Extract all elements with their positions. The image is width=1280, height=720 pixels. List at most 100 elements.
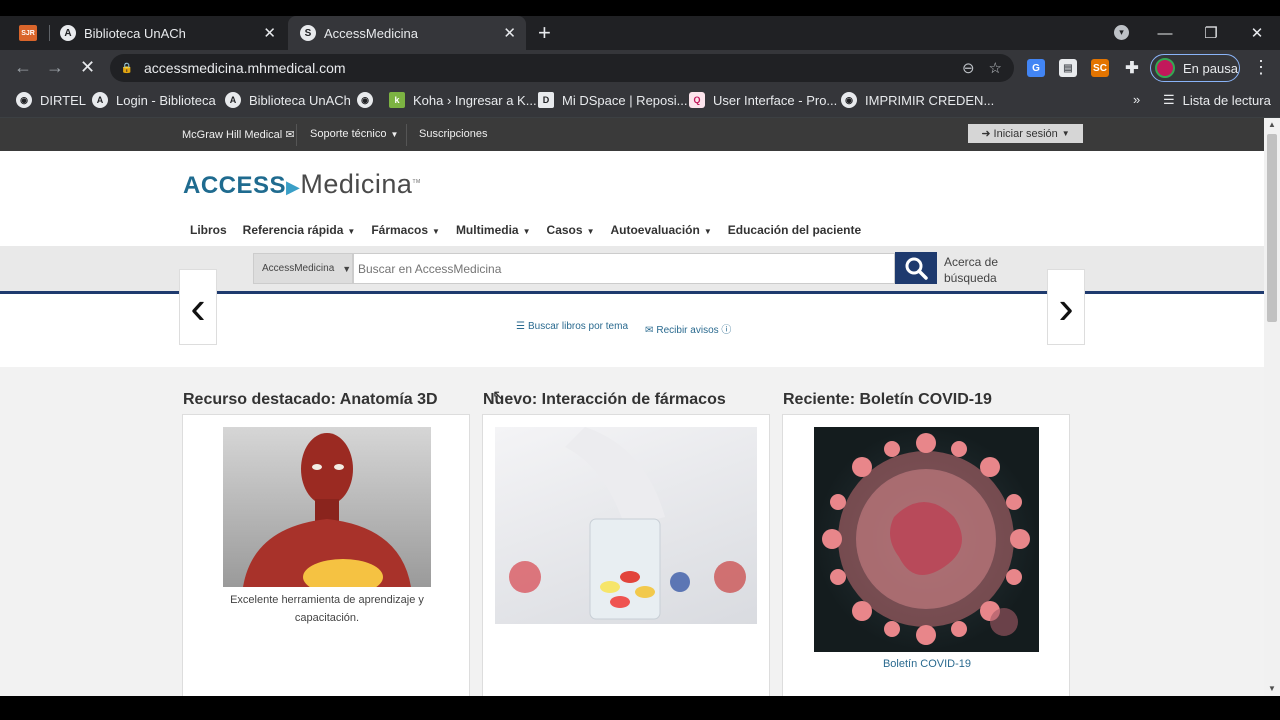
carousel-prev-button[interactable]: ‹ xyxy=(179,269,217,345)
subscriptions-link[interactable]: Suscripciones xyxy=(419,128,487,140)
omnibox-actions: ⊖ ☆ xyxy=(962,59,1002,77)
tab-separator xyxy=(49,25,50,41)
caret-down-icon: ▼ xyxy=(703,227,712,236)
nav-farmacos[interactable]: Fármacos ▼ xyxy=(371,223,440,237)
accessmedicina-logo[interactable]: ACCESS▶MedicinaTM xyxy=(183,169,421,200)
restore-icon[interactable]: ❐ xyxy=(1188,24,1234,42)
reading-list-button[interactable]: ☰ Lista de lectura xyxy=(1163,92,1271,108)
mcgraw-hill-link[interactable]: McGraw Hill Medical ✉ xyxy=(182,128,295,141)
zoom-icon[interactable]: ⊖ xyxy=(962,59,975,77)
caret-down-icon: ▼ xyxy=(390,130,399,139)
nav-autoevaluacion[interactable]: Autoevaluación ▼ xyxy=(610,223,711,237)
bookmark-login-biblioteca[interactable]: A Login - Biblioteca xyxy=(92,92,216,108)
mail-icon: ✉ xyxy=(285,129,295,141)
page-scrollbar[interactable]: ▲ ▼ xyxy=(1264,118,1280,696)
divider xyxy=(406,124,407,146)
bookmark-label: User Interface - Pro... xyxy=(713,92,838,108)
globe-icon: ◉ xyxy=(16,92,32,108)
scroll-down-icon[interactable]: ▼ xyxy=(1268,684,1276,693)
forward-icon[interactable]: → xyxy=(46,57,64,78)
bookmark-dspace[interactable]: D Mi DSpace | Reposi... xyxy=(538,92,687,108)
anatomy-3d-image[interactable] xyxy=(223,427,431,587)
drug-interaction-card[interactable] xyxy=(482,414,770,696)
close-tab-icon[interactable]: ✕ xyxy=(503,24,516,42)
window-controls: — ❐ ✕ xyxy=(1142,16,1280,50)
back-icon[interactable]: ← xyxy=(14,57,32,78)
nav-label: Multimedia xyxy=(455,223,519,237)
mcgraw-label: McGraw Hill Medical xyxy=(182,129,283,141)
bookmarks-overflow-icon[interactable]: » xyxy=(1133,92,1140,107)
translate-extension-icon[interactable]: G xyxy=(1027,59,1045,77)
signin-button[interactable]: ➜ Iniciar sesión ▼ xyxy=(968,124,1083,143)
alerts-link[interactable]: ✉ Recibir avisos ⓘ xyxy=(645,321,731,336)
bookmark-globe[interactable]: ◉ xyxy=(357,92,381,108)
lock-icon[interactable]: 🔒 xyxy=(121,63,133,74)
bookmark-label: Koha › Ingresar a K... xyxy=(413,92,537,108)
nav-libros[interactable]: Libros xyxy=(190,223,227,237)
tab-search-icon[interactable]: ▾ xyxy=(1114,25,1129,40)
nav-educacion-paciente[interactable]: Educación del paciente xyxy=(728,223,861,237)
tab-accessmedicina[interactable]: S AccessMedicina ✕ xyxy=(288,16,526,50)
minimize-icon[interactable]: — xyxy=(1142,25,1188,42)
close-tab-icon[interactable]: ✕ xyxy=(263,24,276,42)
dspace-icon: D xyxy=(538,92,554,108)
bookmark-imprimir[interactable]: ◉ IMPRIMIR CREDEN... xyxy=(841,92,994,108)
document-extension-icon[interactable]: ▤ xyxy=(1059,59,1077,77)
caret-down-icon: ▼ xyxy=(342,263,352,274)
pill-jars-icon xyxy=(509,427,746,620)
sjr-favicon-icon: SJR xyxy=(19,25,37,41)
stop-loading-icon[interactable]: ✕ xyxy=(80,57,95,78)
nav-casos[interactable]: Casos ▼ xyxy=(547,223,595,237)
bookmark-biblioteca-unach[interactable]: A Biblioteca UnACh xyxy=(225,92,351,108)
nav-label: Casos xyxy=(546,223,583,237)
browse-by-topic-link[interactable]: ☰ Buscar libros por tema xyxy=(516,321,628,332)
caret-down-icon: ▼ xyxy=(432,227,440,236)
bookmark-dirtel[interactable]: ◉ DIRTEL xyxy=(16,92,86,108)
extensions-puzzle-icon[interactable]: ✚ xyxy=(1123,59,1141,77)
support-dropdown[interactable]: Soporte técnico ▼ xyxy=(310,128,398,140)
featured-resource-title: Recurso destacado: Anatomía 3D xyxy=(183,391,438,408)
bookmark-label: Biblioteca UnACh xyxy=(249,92,351,108)
search-input[interactable] xyxy=(353,253,895,284)
address-bar[interactable]: 🔒 accessmedicina.mhmedical.com ⊖ ☆ xyxy=(110,54,1014,82)
scrollbar-thumb[interactable] xyxy=(1267,134,1277,322)
tab-sjr[interactable]: SJR xyxy=(10,16,46,50)
web-page: McGraw Hill Medical ✉ Soporte técnico ▼ S… xyxy=(0,118,1264,696)
nav-label: Autoevaluación xyxy=(610,223,700,237)
search-icon xyxy=(905,257,928,280)
url-text[interactable]: accessmedicina.mhmedical.com xyxy=(144,60,346,76)
featured-resource-card[interactable]: Excelente herramienta de aprendizaje y c… xyxy=(182,414,470,696)
search-scope-select[interactable]: AccessMedicina ▼ xyxy=(253,253,353,284)
globe-icon: ◉ xyxy=(357,92,373,108)
search-button[interactable] xyxy=(895,252,937,284)
browser-toolbar: ← → ✕ 🔒 accessmedicina.mhmedical.com ⊖ ☆… xyxy=(0,50,1280,86)
about-search-link[interactable]: Acerca de búsqueda xyxy=(944,254,998,286)
bookmark-koha[interactable]: k Koha › Ingresar a K... xyxy=(389,92,537,108)
covid-virus-image[interactable] xyxy=(814,427,1039,652)
screen-top-border xyxy=(0,0,1280,16)
koha-icon: k xyxy=(389,92,405,108)
avatar xyxy=(1155,58,1175,78)
nav-multimedia[interactable]: Multimedia ▼ xyxy=(456,223,531,237)
bookmark-label: Login - Biblioteca xyxy=(116,92,216,108)
covid-bulletin-link[interactable]: Boletín COVID-19 xyxy=(813,655,1041,673)
site-header: ACCESS▶MedicinaTM Libros Referencia rápi… xyxy=(0,151,1264,246)
info-icon: ⓘ xyxy=(721,325,732,336)
bookmark-star-icon[interactable]: ☆ xyxy=(989,59,1002,77)
profile-paused-button[interactable]: En pausa xyxy=(1150,54,1240,82)
close-window-icon[interactable]: ✕ xyxy=(1234,24,1280,42)
new-tab-button[interactable]: + xyxy=(538,20,551,46)
list-icon: ☰ xyxy=(516,321,525,332)
browser-menu-icon[interactable]: ⋮ xyxy=(1252,57,1270,78)
bookmark-user-interface[interactable]: Q User Interface - Pro... xyxy=(689,92,837,108)
sc-extension-icon[interactable]: SC xyxy=(1091,59,1109,77)
accessmedicina-favicon-icon: S xyxy=(300,25,316,41)
about-line-1: Acerca de xyxy=(944,255,999,269)
nav-label: Fármacos xyxy=(371,223,429,237)
drug-interaction-image[interactable] xyxy=(495,427,757,624)
scroll-up-icon[interactable]: ▲ xyxy=(1268,120,1276,129)
tab-biblioteca[interactable]: A Biblioteca UnACh ✕ xyxy=(52,16,286,50)
covid-bulletin-card[interactable]: Boletín COVID-19 xyxy=(782,414,1070,696)
nav-referencia-rapida[interactable]: Referencia rápida ▼ xyxy=(243,223,356,237)
carousel-next-button[interactable]: › xyxy=(1047,269,1085,345)
